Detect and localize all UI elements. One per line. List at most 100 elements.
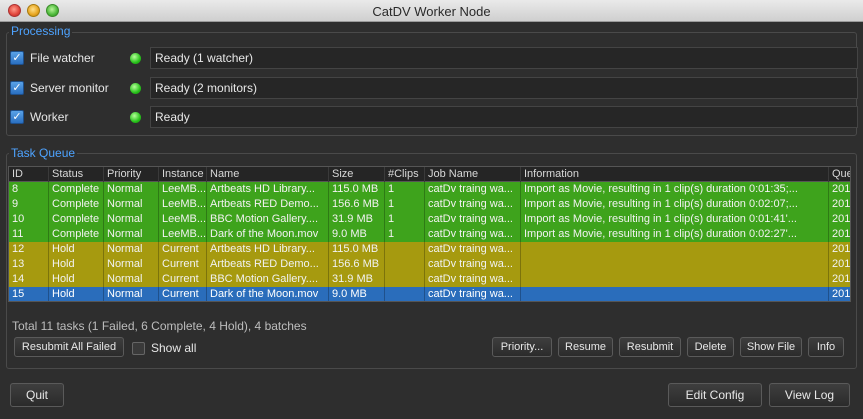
task-queue-group-title: Task Queue [9,146,78,160]
cell-size: 156.6 MB [329,197,385,212]
resubmit-all-failed-button[interactable]: Resubmit All Failed [14,337,124,357]
cell-instance: Current [159,242,207,257]
file-watcher-status-led-icon [130,52,141,64]
cell-queue: 201 [829,242,850,257]
view-log-button[interactable]: View Log [769,383,850,407]
cell-queue: 201 [829,257,850,272]
cell-information [521,287,829,301]
table-row[interactable]: 10 Complete Normal LeeMB... BBC Motion Galle… [9,212,850,227]
cell-name: Artbeats HD Library... [207,242,329,257]
column-header-id[interactable]: ID [9,167,49,182]
column-header-status[interactable]: Status [49,167,104,182]
show-all-label: Show all [151,341,197,355]
cell-job-name: catDv traing wa... [425,272,521,287]
cell-id: 11 [9,227,49,242]
cell-name: Artbeats RED Demo... [207,257,329,272]
column-header-size[interactable]: Size [329,167,385,182]
server-monitor-status: Ready (2 monitors) [150,77,858,99]
server-monitor-checkbox[interactable]: ✓ [10,81,24,95]
cell-id: 10 [9,212,49,227]
cell-priority: Normal [104,242,159,257]
column-header-priority[interactable]: Priority [104,167,159,182]
cell-job-name: catDv traing wa... [425,197,521,212]
cell-clips [385,257,425,272]
server-monitor-label: Server monitor [30,81,109,95]
edit-config-button[interactable]: Edit Config [668,383,762,407]
cell-status: Complete [49,197,104,212]
cell-priority: Normal [104,272,159,287]
cell-size: 31.9 MB [329,212,385,227]
cell-priority: Normal [104,227,159,242]
cell-status: Hold [49,257,104,272]
column-header-information[interactable]: Information [521,167,829,182]
cell-information: Import as Movie, resulting in 1 clip(s) … [521,212,829,227]
cell-status: Hold [49,242,104,257]
resubmit-button[interactable]: Resubmit [619,337,681,357]
table-row[interactable]: 11 Complete Normal LeeMB... Dark of the Moon… [9,227,850,242]
cell-id: 15 [9,287,49,301]
table-row[interactable]: 13 Hold Normal Current Artbeats RED Demo... 1… [9,257,850,272]
table-row[interactable]: 9 Complete Normal LeeMB... Artbeats RED Demo… [9,197,850,212]
server-monitor-status-led-icon [130,82,141,94]
cell-name: Dark of the Moon.mov [207,287,329,301]
cell-size: 115.0 MB [329,182,385,197]
worker-row: ✓ Worker Ready [10,105,860,129]
cell-instance: Current [159,272,207,287]
column-header-queue[interactable]: Que [829,167,850,182]
priority-button[interactable]: Priority... [492,337,552,357]
cell-queue: 201 [829,272,850,287]
cell-instance: Current [159,257,207,272]
cell-size: 31.9 MB [329,272,385,287]
task-table: ID Status Priority Instance Name Size #C… [8,166,851,302]
column-header-clips[interactable]: #Clips [385,167,425,182]
task-summary: Total 11 tasks (1 Failed, 6 Complete, 4 … [12,319,307,333]
cell-instance: LeeMB... [159,212,207,227]
cell-queue: 201 [829,182,850,197]
table-row[interactable]: 12 Hold Normal Current Artbeats HD Library..… [9,242,850,257]
show-all-toggle[interactable]: Show all [132,341,196,355]
info-button[interactable]: Info [808,337,844,357]
cell-name: Artbeats HD Library... [207,182,329,197]
cell-clips [385,287,425,301]
cell-priority: Normal [104,182,159,197]
table-row[interactable]: 14 Hold Normal Current BBC Motion Gallery...… [9,272,850,287]
cell-instance: LeeMB... [159,182,207,197]
cell-name: BBC Motion Gallery.... [207,212,329,227]
cell-job-name: catDv traing wa... [425,257,521,272]
cell-id: 13 [9,257,49,272]
cell-job-name: catDv traing wa... [425,212,521,227]
worker-checkbox[interactable]: ✓ [10,110,24,124]
file-watcher-checkbox[interactable]: ✓ [10,51,24,65]
column-header-name[interactable]: Name [207,167,329,182]
table-row[interactable]: 8 Complete Normal LeeMB... Artbeats HD Libra… [9,182,850,197]
cell-information [521,257,829,272]
worker-status: Ready [150,106,858,128]
cell-job-name: catDv traing wa... [425,182,521,197]
task-table-header: ID Status Priority Instance Name Size #C… [9,167,850,182]
show-all-checkbox[interactable] [132,341,145,355]
cell-size: 115.0 MB [329,242,385,257]
cell-priority: Normal [104,257,159,272]
quit-button[interactable]: Quit [10,383,64,407]
cell-status: Complete [49,212,104,227]
server-monitor-row: ✓ Server monitor Ready (2 monitors) [10,76,860,100]
column-header-instance[interactable]: Instance [159,167,207,182]
cell-job-name: catDv traing wa... [425,287,521,301]
cell-id: 14 [9,272,49,287]
cell-id: 12 [9,242,49,257]
resume-button[interactable]: Resume [558,337,613,357]
window-title: CatDV Worker Node [372,4,491,19]
cell-queue: 201 [829,197,850,212]
table-row[interactable]: 15 Hold Normal Current Dark of the Moon.mov 9… [9,287,850,301]
delete-button[interactable]: Delete [687,337,734,357]
column-header-job-name[interactable]: Job Name [425,167,521,182]
cell-job-name: catDv traing wa... [425,242,521,257]
cell-instance: LeeMB... [159,227,207,242]
cell-clips: 1 [385,197,425,212]
cell-id: 8 [9,182,49,197]
show-file-button[interactable]: Show File [740,337,802,357]
title-bar: CatDV Worker Node [0,0,863,22]
cell-queue: 201 [829,227,850,242]
file-watcher-label: File watcher [30,51,95,65]
cell-instance: LeeMB... [159,197,207,212]
